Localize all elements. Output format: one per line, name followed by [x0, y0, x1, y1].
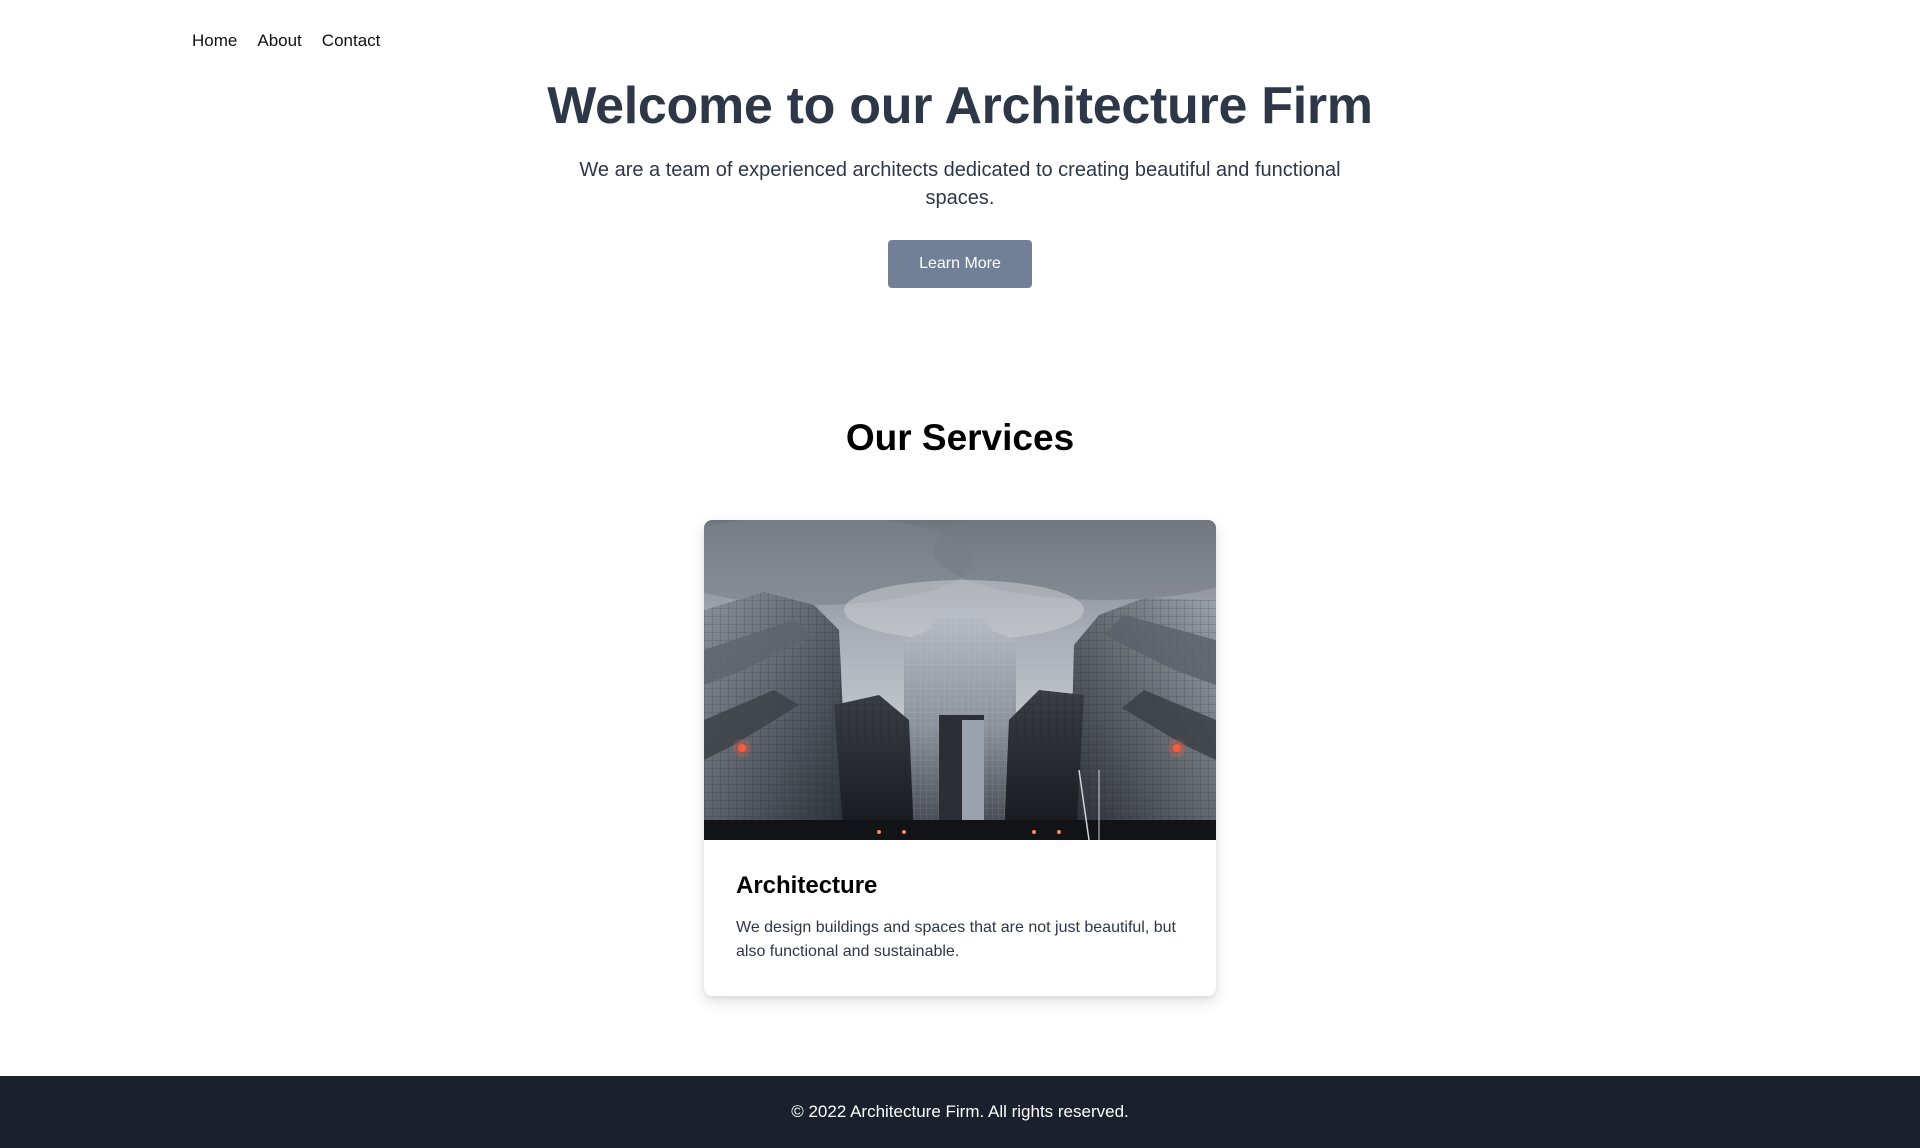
hero-title: Welcome to our Architecture Firm	[547, 77, 1373, 135]
page: Home About Contact Welcome to our Archit…	[0, 0, 1920, 1148]
learn-more-button[interactable]: Learn More	[888, 240, 1032, 288]
service-card-architecture: Architecture We design buildings and spa…	[704, 520, 1216, 996]
top-nav: Home About Contact	[192, 28, 380, 54]
nav-link-home[interactable]: Home	[192, 28, 237, 54]
card-title: Architecture	[736, 872, 878, 899]
nav-link-contact[interactable]: Contact	[322, 28, 381, 54]
card-body: Architecture We design buildings and spa…	[704, 840, 1216, 964]
footer-copyright: © 2022 Architecture Firm. All rights res…	[791, 1102, 1129, 1121]
hero-subtitle: We are a team of experienced architects …	[579, 159, 1341, 209]
services-title: Our Services	[845, 417, 1075, 458]
nav-link-about[interactable]: About	[257, 28, 301, 54]
footer: © 2022 Architecture Firm. All rights res…	[0, 1076, 1920, 1148]
hero-section: Welcome to our Architecture Firm We are …	[0, 72, 1920, 288]
card-description: We design buildings and spaces that are …	[736, 919, 1176, 960]
skyscrapers-image	[704, 520, 1216, 840]
